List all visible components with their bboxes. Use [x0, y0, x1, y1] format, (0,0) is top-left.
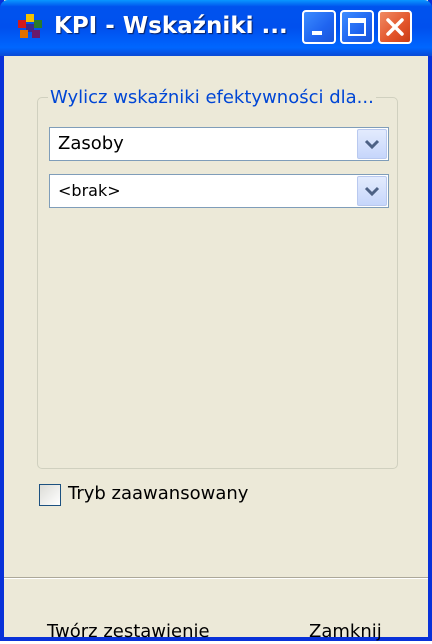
advanced-mode-label[interactable]: Tryb zaawansowany — [68, 482, 248, 506]
advanced-mode-checkbox[interactable] — [39, 484, 61, 506]
footer-separator — [4, 577, 428, 579]
filter-select[interactable]: <brak> — [49, 174, 389, 208]
minimize-button[interactable] — [302, 10, 336, 44]
create-report-button[interactable]: Twórz zestawienie — [47, 620, 210, 644]
kpi-app-icon — [16, 10, 46, 42]
resource-type-select[interactable]: Zasoby — [49, 127, 389, 161]
select-value: <brak> — [58, 181, 121, 200]
dropdown-button[interactable] — [357, 176, 387, 206]
dropdown-button[interactable] — [357, 129, 387, 159]
close-window-button[interactable] — [378, 10, 412, 44]
close-button[interactable]: Zamknij — [309, 620, 382, 644]
window-title: KPI - Wskaźniki ... — [54, 13, 288, 39]
kpi-window: KPI - Wskaźniki ... Wylicz wskaźniki efe… — [0, 0, 432, 644]
maximize-button[interactable] — [340, 10, 374, 44]
select-value: Zasoby — [58, 133, 124, 154]
title-bar[interactable]: KPI - Wskaźniki ... — [0, 0, 432, 56]
group-legend: Wylicz wskaźniki efektywności dla... — [48, 87, 376, 109]
